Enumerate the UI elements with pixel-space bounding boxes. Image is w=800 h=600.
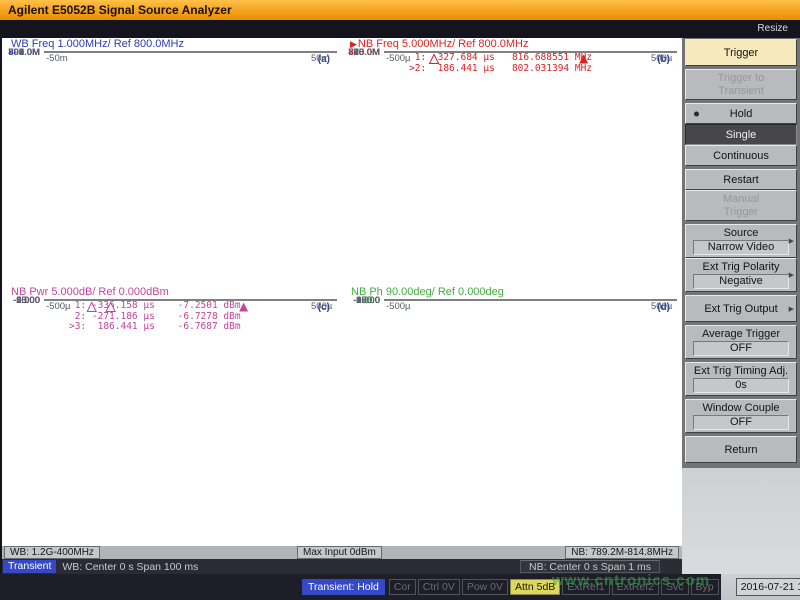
status-flag-extref2: ExtRef2 bbox=[612, 579, 659, 595]
axis-marker-triangles bbox=[384, 301, 675, 314]
datetime-display: 2016-07-21 17:37 bbox=[736, 578, 800, 596]
axis-marker-triangles bbox=[44, 301, 335, 314]
plot-panel-nb-pwr: NB Pwr 5.000dB/ Ref 0.000dBm 25.0020.001… bbox=[2, 286, 342, 546]
x-axis-labels: -500µ 500µ bbox=[342, 53, 682, 66]
trace-title-wb-freq: WB Freq 1.000MHz/ Ref 800.0MHz bbox=[2, 38, 342, 51]
status-flag-extref1: ExtRef1 bbox=[562, 579, 609, 595]
range-status-bar: WB: 1.2G-400MHz Max Input 0dBm NB: 789.2… bbox=[2, 546, 682, 559]
x-axis-labels: -500µ 500µ bbox=[342, 301, 682, 314]
trigger-to-transient-button: Trigger to Transient bbox=[685, 69, 797, 100]
ext-trig-polarity-value: Negative bbox=[693, 274, 789, 289]
top-strip: Resize bbox=[0, 20, 800, 38]
selected-dot-icon bbox=[694, 111, 699, 116]
nb-range-indicator: NB: 789.2M-814.8MHz bbox=[565, 546, 679, 559]
status-flag-ctrl: Ctrl 0V bbox=[418, 579, 460, 595]
measurement-plots-area: WB Freq 1.000MHz/ Ref 800.0MHz 805.0M804… bbox=[2, 38, 682, 546]
submenu-arrow-icon: ▶ bbox=[789, 237, 794, 245]
window-title-bar: Agilent E5052B Signal Source Analyzer bbox=[0, 0, 800, 20]
instrument-status-bar: Transient: Hold Cor Ctrl 0V Pow 0V Attn … bbox=[0, 574, 800, 600]
sweep-status-bar: Transient WB: Center 0 s Span 100 ms NB:… bbox=[2, 559, 682, 574]
ext-trig-output-button[interactable]: Ext Trig Output ▶ bbox=[685, 295, 797, 322]
submenu-arrow-icon: ▶ bbox=[789, 305, 794, 313]
resize-button[interactable]: Resize bbox=[757, 23, 788, 34]
submenu-arrow-icon: ▶ bbox=[789, 271, 794, 279]
trace-title-nb-freq: ▶NB Freq 5.000MHz/ Ref 800.0MHz bbox=[342, 38, 682, 51]
x-axis-labels: -500µ 500µ bbox=[2, 301, 342, 314]
ext-trig-polarity-button[interactable]: Ext Trig Polarity Negative ▶ bbox=[685, 258, 797, 292]
manual-trigger-button: Manual Trigger bbox=[685, 190, 797, 221]
max-input-indicator: Max Input 0dBm bbox=[297, 546, 382, 559]
hold-button[interactable]: Hold bbox=[685, 103, 797, 124]
window-couple-value: OFF bbox=[693, 415, 789, 430]
softkey-button-stack: Trigger Trigger to Transient Hold Single… bbox=[682, 38, 800, 468]
analyzer-screen: Agilent E5052B Signal Source Analyzer Re… bbox=[0, 0, 800, 600]
restart-button[interactable]: Restart bbox=[685, 169, 797, 190]
ext-trig-timing-adj-button[interactable]: Ext Trig Timing Adj. 0s bbox=[685, 362, 797, 396]
sidebar-empty-area bbox=[682, 468, 800, 574]
nb-sweep-text: NB: Center 0 s Span 1 ms bbox=[520, 560, 660, 573]
plot-panel-nb-phase: NB Ph 90.00deg/ Ref 0.000deg 450.0360.02… bbox=[342, 286, 682, 546]
return-button[interactable]: Return bbox=[685, 436, 797, 463]
trace-title-nb-pwr: NB Pwr 5.000dB/ Ref 0.000dBm bbox=[2, 286, 342, 299]
status-flag-attn: Attn 5dB bbox=[510, 579, 560, 595]
axis-marker-triangles bbox=[384, 53, 675, 66]
softkey-sidebar: Trigger Trigger to Transient Hold Single… bbox=[682, 38, 800, 574]
axis-marker-triangles bbox=[44, 53, 335, 66]
source-button[interactable]: Source Narrow Video ▶ bbox=[685, 224, 797, 258]
clock-area: 2016-07-21 17:37 bbox=[721, 574, 800, 600]
trace-title-nb-phase: NB Ph 90.00deg/ Ref 0.000deg bbox=[342, 286, 682, 299]
trigger-state-badge: Transient: Hold bbox=[302, 579, 385, 595]
average-trigger-value: OFF bbox=[693, 341, 789, 356]
average-trigger-button[interactable]: Average Trigger OFF bbox=[685, 325, 797, 359]
status-flag-svc: Svc bbox=[661, 579, 689, 595]
status-flag-cor: Cor bbox=[389, 579, 416, 595]
wb-sweep-text: WB: Center 0 s Span 100 ms bbox=[62, 561, 198, 573]
single-button[interactable]: Single bbox=[685, 124, 797, 145]
window-couple-button[interactable]: Window Couple OFF bbox=[685, 399, 797, 433]
source-value: Narrow Video bbox=[693, 240, 789, 255]
status-flag-pow: Pow 0V bbox=[462, 579, 508, 595]
plot-panel-nb-freq: ▶NB Freq 5.000MHz/ Ref 800.0MHz 825.0M82… bbox=[342, 38, 682, 286]
x-axis-labels: -50m 50m bbox=[2, 53, 342, 66]
status-flag-byp: Byp bbox=[691, 579, 719, 595]
wb-range-indicator: WB: 1.2G-400MHz bbox=[4, 546, 100, 559]
plot-panel-wb-freq: WB Freq 1.000MHz/ Ref 800.0MHz 805.0M804… bbox=[2, 38, 342, 286]
window-title: Agilent E5052B Signal Source Analyzer bbox=[8, 3, 232, 17]
measurement-mode-badge: Transient bbox=[3, 560, 56, 573]
continuous-button[interactable]: Continuous bbox=[685, 145, 797, 166]
trigger-menu-button[interactable]: Trigger bbox=[685, 39, 797, 66]
ext-trig-timing-adj-value: 0s bbox=[693, 378, 789, 393]
